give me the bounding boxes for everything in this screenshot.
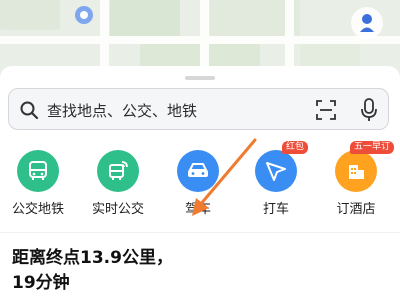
action-drive[interactable]: 驾车 (166, 150, 230, 217)
promo-badge: 红包 (282, 141, 309, 154)
taxi-icon (255, 150, 297, 192)
action-taxi[interactable]: 红包 打车 (244, 141, 309, 217)
action-hotel[interactable]: 五一早订 订酒店 (324, 141, 395, 217)
car-icon (177, 150, 219, 192)
action-bus-subway[interactable]: 公交地铁 (6, 150, 70, 217)
action-label: 公交地铁 (11, 202, 64, 217)
trip-duration-text: 19分钟 (12, 273, 70, 293)
realtime-bus-icon (97, 150, 139, 192)
promo-badge: 五一早订 (350, 141, 395, 154)
action-label: 订酒店 (336, 202, 376, 217)
action-label: 实时公交 (91, 202, 144, 217)
bus-icon (17, 150, 59, 192)
hotel-icon (335, 150, 377, 192)
action-label: 打车 (262, 202, 289, 217)
drag-handle[interactable] (185, 76, 215, 80)
quick-actions: 公交地铁 实时公交 驾车 红包 打车 五一早订 订酒店 (0, 82, 400, 217)
trip-distance-text: 距离终点13.9公里， (12, 248, 173, 268)
map-pin-icon[interactable] (73, 4, 95, 26)
locate-icon[interactable] (350, 6, 384, 40)
action-label: 驾车 (184, 202, 211, 217)
trip-info-card[interactable]: 距离终点13.9公里， 19分钟 (0, 232, 400, 301)
action-realtime-bus[interactable]: 实时公交 (86, 150, 150, 217)
